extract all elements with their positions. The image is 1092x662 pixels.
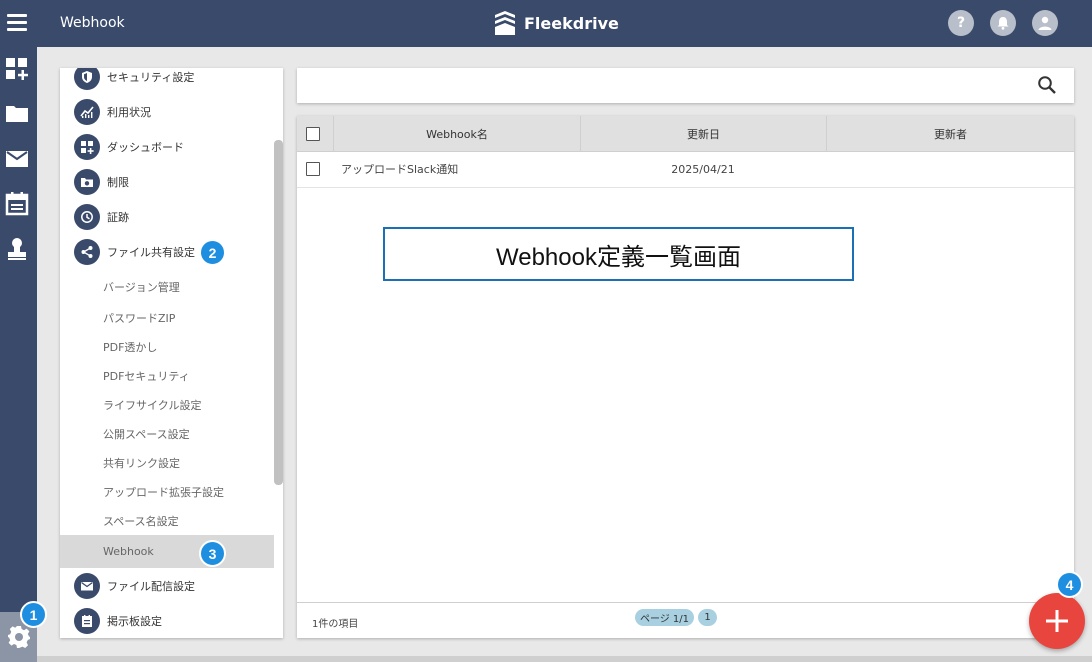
shield-icon bbox=[74, 68, 100, 90]
sub-item-upload-ext[interactable]: アップロード拡張子設定 bbox=[60, 477, 274, 505]
sub-item-label: スペース名設定 bbox=[103, 515, 179, 528]
select-all-checkbox[interactable] bbox=[306, 127, 320, 141]
sub-item-lifecycle[interactable]: ライフサイクル設定 bbox=[60, 390, 274, 418]
menu-item-label: 制限 bbox=[107, 176, 129, 189]
bottom-divider bbox=[37, 656, 1092, 662]
sub-item-public-space[interactable]: 公開スペース設定 bbox=[60, 419, 274, 447]
item-count: 1件の項目 bbox=[312, 619, 359, 630]
menu-item-label: ファイル配信設定 bbox=[107, 580, 195, 593]
cell-webhook-name[interactable]: アップロードSlack通知 bbox=[341, 152, 458, 186]
search-input[interactable] bbox=[307, 74, 1027, 98]
menu-item-label: ファイル共有設定 bbox=[107, 246, 195, 259]
sub-item-pdf-watermark[interactable]: PDF透かし bbox=[60, 332, 274, 360]
column-header-name[interactable]: Webhook名 bbox=[333, 116, 580, 152]
mail-icon[interactable] bbox=[4, 146, 30, 172]
sub-item-version[interactable]: バージョン管理 bbox=[60, 272, 274, 300]
limit-icon bbox=[74, 169, 100, 195]
step-badge-1: 1 bbox=[20, 601, 47, 628]
table-header: Webhook名 更新日 更新者 bbox=[297, 116, 1074, 152]
plus-icon bbox=[1046, 610, 1068, 632]
step-badge-4: 4 bbox=[1056, 571, 1083, 598]
menu-item-label: 証跡 bbox=[107, 211, 129, 224]
brand-name: Fleekdrive bbox=[524, 13, 619, 33]
page-button-1[interactable]: 1 bbox=[698, 609, 717, 626]
menu-scrollbar[interactable] bbox=[274, 140, 283, 485]
cell-updater bbox=[826, 152, 1074, 186]
sub-item-label: パスワードZIP bbox=[103, 312, 176, 325]
menu-item-label: 掲示板設定 bbox=[107, 615, 162, 628]
dashboard-add-icon[interactable] bbox=[4, 56, 30, 82]
menu-item-usage[interactable]: 利用状況 bbox=[60, 96, 274, 128]
chart-icon bbox=[74, 99, 100, 125]
step-badge-3: 3 bbox=[199, 540, 226, 567]
stamp-icon[interactable] bbox=[4, 236, 30, 262]
add-webhook-button[interactable] bbox=[1029, 593, 1085, 649]
menu-item-audit[interactable]: 証跡 bbox=[60, 201, 274, 233]
menu-item-file-delivery[interactable]: ファイル配信設定 bbox=[60, 570, 274, 602]
bell-icon[interactable] bbox=[990, 10, 1016, 36]
webhook-table: Webhook名 更新日 更新者 アップロードSlack通知 2025/04/2… bbox=[297, 116, 1074, 638]
sub-item-share-link[interactable]: 共有リンク設定 bbox=[60, 448, 274, 476]
mail-icon bbox=[74, 573, 100, 599]
folder-icon[interactable] bbox=[4, 100, 30, 126]
column-header-updated[interactable]: 更新日 bbox=[580, 116, 826, 152]
sub-item-label: Webhook bbox=[103, 545, 154, 558]
settings-menu: セキュリティ設定 利用状況 ダッシュボード 制限 証跡 ファイル共有設定 バージ… bbox=[60, 68, 283, 638]
menu-item-limit[interactable]: 制限 bbox=[60, 166, 274, 198]
sub-item-password-zip[interactable]: パスワードZIP bbox=[60, 303, 274, 331]
menu-item-label: セキュリティ設定 bbox=[107, 71, 195, 84]
annotation-label: Webhook定義一覧画面 bbox=[383, 227, 854, 281]
sub-item-label: アップロード拡張子設定 bbox=[103, 486, 224, 499]
sub-item-label: PDFセキュリティ bbox=[103, 370, 190, 383]
sub-item-webhook[interactable]: Webhook bbox=[60, 535, 274, 568]
history-icon bbox=[74, 204, 100, 230]
row-checkbox[interactable] bbox=[306, 162, 320, 176]
sub-item-label: バージョン管理 bbox=[103, 281, 180, 294]
menu-item-security[interactable]: セキュリティ設定 bbox=[60, 68, 274, 93]
search-bar bbox=[297, 68, 1074, 103]
fleekdrive-logo-icon bbox=[495, 11, 515, 35]
menu-icon[interactable] bbox=[7, 14, 27, 32]
sub-item-label: ライフサイクル設定 bbox=[103, 399, 202, 412]
menu-item-dashboard[interactable]: ダッシュボード bbox=[60, 131, 274, 163]
page-indicator: ページ 1/1 bbox=[635, 609, 694, 626]
sub-item-label: 共有リンク設定 bbox=[103, 457, 180, 470]
menu-item-file-share[interactable]: ファイル共有設定 bbox=[60, 236, 274, 268]
share-icon bbox=[74, 239, 100, 265]
table-row[interactable]: アップロードSlack通知 2025/04/21 bbox=[297, 152, 1074, 188]
sub-item-space-name[interactable]: スペース名設定 bbox=[60, 506, 274, 534]
menu-item-label: ダッシュボード bbox=[107, 141, 184, 154]
icon-rail bbox=[0, 47, 37, 662]
column-header-updater[interactable]: 更新者 bbox=[826, 116, 1074, 152]
sub-item-pdf-security[interactable]: PDFセキュリティ bbox=[60, 361, 274, 389]
menu-item-board[interactable]: 掲示板設定 bbox=[60, 605, 274, 637]
calendar-icon[interactable] bbox=[4, 191, 30, 217]
dashboard-icon bbox=[74, 134, 100, 160]
sub-item-label: 公開スペース設定 bbox=[103, 428, 190, 441]
sub-item-label: PDF透かし bbox=[103, 341, 158, 354]
help-icon[interactable]: ? bbox=[948, 10, 974, 36]
page-title: Webhook bbox=[60, 15, 125, 31]
board-icon bbox=[74, 608, 100, 634]
menu-item-label: 利用状況 bbox=[107, 106, 151, 119]
step-badge-2: 2 bbox=[199, 239, 226, 266]
top-header: Webhook Fleekdrive ? bbox=[0, 0, 1092, 47]
brand-logo: Fleekdrive bbox=[492, 10, 619, 36]
search-icon[interactable] bbox=[1037, 75, 1057, 99]
cell-updated-date: 2025/04/21 bbox=[671, 162, 735, 176]
table-footer: 1件の項目 ページ 1/1 1 bbox=[297, 602, 1074, 638]
user-icon[interactable] bbox=[1032, 10, 1058, 36]
